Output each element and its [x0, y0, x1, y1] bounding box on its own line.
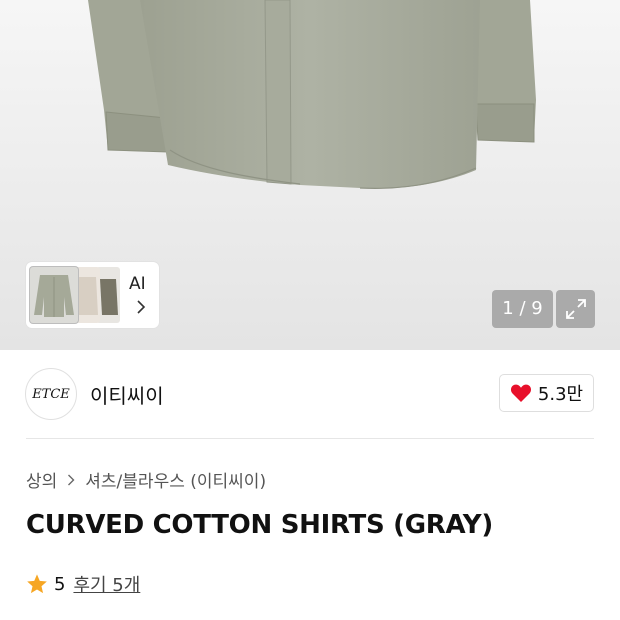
rating-summary: 5 후기 5개	[26, 571, 140, 597]
brand-name[interactable]: 이티씨이	[90, 380, 164, 409]
breadcrumb-item-subcategory[interactable]: 셔츠/블라우스 (이티씨이)	[85, 467, 266, 492]
expand-icon	[565, 299, 586, 319]
expand-image-button[interactable]	[556, 290, 595, 328]
star-icon	[27, 574, 47, 594]
image-page-counter: 1 / 9	[492, 290, 553, 328]
breadcrumb-item-category[interactable]: 상의	[26, 467, 57, 492]
product-title: CURVED COTTON SHIRTS (GRAY)	[26, 510, 493, 540]
thumbnail-gray-shirt[interactable]	[30, 267, 78, 323]
ai-label: AI	[129, 274, 146, 294]
chevron-right-icon	[137, 300, 146, 314]
ai-coordi-thumbnails[interactable]: AI	[26, 262, 159, 328]
brand-logo[interactable]: ETCE	[25, 368, 77, 420]
review-count-link[interactable]: 후기 5개	[73, 571, 140, 597]
like-count: 5.3만	[537, 384, 584, 405]
divider	[26, 438, 594, 439]
chevron-right-icon	[68, 474, 75, 485]
product-image-gallery[interactable]: AI 1 / 9	[0, 0, 620, 350]
like-button[interactable]: 5.3만	[499, 374, 594, 412]
rating-score: 5	[54, 573, 66, 595]
heart-icon	[510, 384, 531, 402]
breadcrumb: 상의 셔츠/블라우스 (이티씨이)	[26, 467, 266, 492]
